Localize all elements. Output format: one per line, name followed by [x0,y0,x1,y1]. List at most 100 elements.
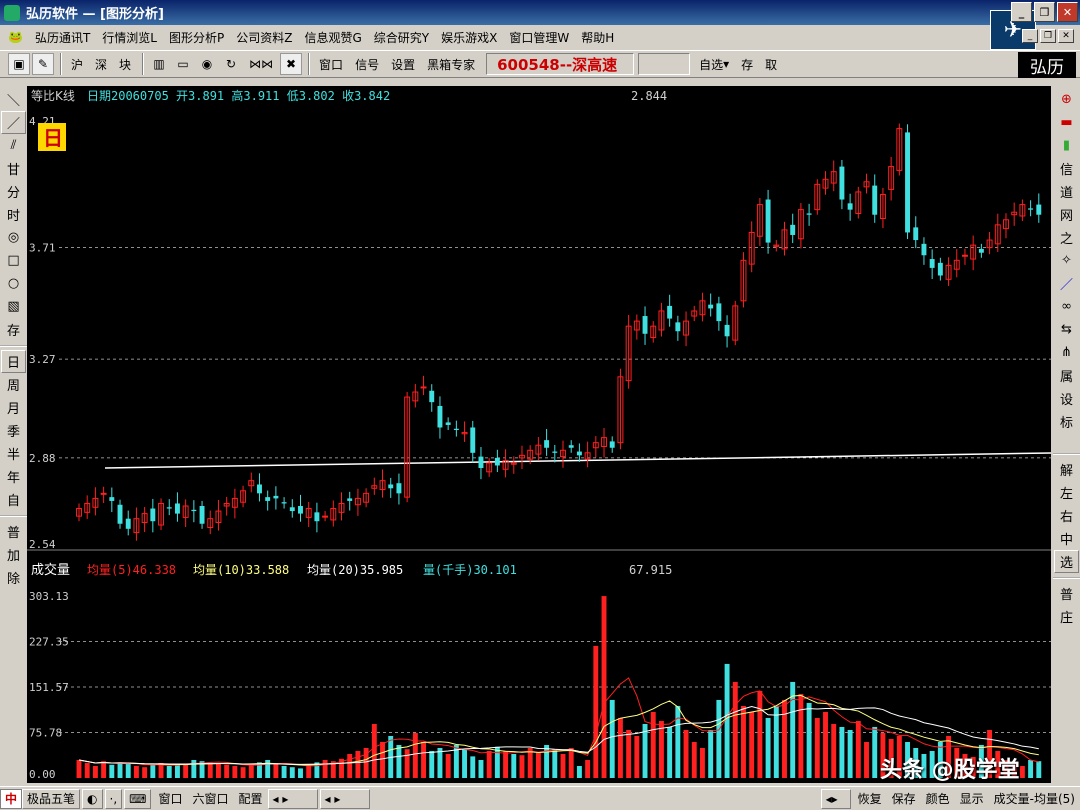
moon-icon[interactable]: ◐ [82,788,103,809]
scroll-arrows[interactable]: ◂ ▸ [267,788,318,809]
chart-area[interactable]: 4.21 3.71 3.27 2.88 2.54 303.13 227.35 151.57 7… [27,86,1051,783]
mdi-restore-button[interactable]: ❐ [1040,29,1056,43]
toolbar-button-settings[interactable]: 设置 [386,53,420,75]
status-window[interactable]: 窗口 [153,790,187,807]
minimize-button[interactable]: _ [1011,2,1032,22]
tree-icon[interactable]: ⋔ [1054,341,1079,364]
ime-icon[interactable]: 中 [0,788,22,809]
crosshair-icon[interactable]: ⊕ [1054,88,1079,111]
ime-name[interactable]: 极品五笔 [22,788,81,809]
fib-tool[interactable]: 分 [1,180,26,203]
parallel-line-icon[interactable]: ⫽ [1,134,26,157]
save-button[interactable]: 存 [736,53,758,75]
menu-item-0[interactable]: 弘历通讯T [29,29,96,46]
scroll-arrows-2[interactable]: ◂ ▸ [319,788,370,809]
refresh-icon[interactable]: ↻ [220,53,242,75]
close-button[interactable]: ✕ [1057,2,1078,22]
period-day[interactable]: 日 [1,350,26,373]
load-button[interactable]: 取 [760,53,782,75]
volume-bar [544,744,550,778]
period-quarter[interactable]: 季 [1,419,26,442]
menu-item-2[interactable]: 图形分析P [163,29,230,46]
volume-value: 量(千手)30.101 [423,563,517,577]
menu-item-6[interactable]: 娱乐游戏X [435,29,503,46]
menu-item-4[interactable]: 信息观赞G [298,29,367,46]
period-half[interactable]: 半 [1,442,26,465]
status-save[interactable]: 保存 [887,790,921,807]
right-tool-xin[interactable]: 信 [1054,157,1079,180]
right-tool-zuo[interactable]: 左 [1054,481,1079,504]
binoculars-icon[interactable]: ∞ [1054,295,1079,318]
eye-icon[interactable]: ◉ [196,53,218,75]
cycle-icon[interactable]: ◎ [1,226,26,249]
store-tool[interactable]: 存 [1,318,26,341]
status-six-window[interactable]: 六窗口 [187,790,233,807]
blank-field[interactable] [638,53,691,75]
right-tool-zhi[interactable]: 之 [1054,226,1079,249]
keyboard-icon[interactable]: ⌨ [124,788,152,809]
right-tool-pu[interactable]: 普 [1054,582,1079,605]
chart-icon[interactable]: ▣ [8,53,30,75]
toolbar-button-blackbox[interactable]: 黑箱专家 [422,53,480,75]
right-tool-xuan[interactable]: 选 [1054,550,1079,573]
right-tool-biao[interactable]: 标 [1054,410,1079,433]
mdi-minimize-button[interactable]: _ [1022,29,1038,43]
toolbar-button-signal[interactable]: 信号 [350,53,384,75]
rectangle-icon[interactable]: □ [1,249,26,272]
volume-bar [207,762,213,778]
folder-icon[interactable]: ▭ [172,53,194,75]
line-tool-icon[interactable]: ＼ [1,88,26,111]
status-color[interactable]: 颜色 [921,790,955,807]
right-tool-wang[interactable]: 网 [1054,203,1079,226]
right-tool-shu[interactable]: 属 [1054,364,1079,387]
edit-icon[interactable]: ✎ [32,53,54,75]
bar-chart-icon[interactable]: ▥ [148,53,170,75]
stock-chart[interactable]: 4.213.713.272.882.54 303.13227.35151.577… [27,86,1051,783]
right-tool-dao[interactable]: 道 [1054,180,1079,203]
mdi-close-button[interactable]: ✕ [1058,29,1074,43]
toolbar-button-sz[interactable]: 深 [90,53,112,75]
network-icon[interactable]: ⋈⋈ [244,53,278,75]
period-custom[interactable]: 自 [1,488,26,511]
image-icon[interactable]: ▧ [1,295,26,318]
time-tool[interactable]: 时 [1,203,26,226]
status-config[interactable]: 配置 [234,790,268,807]
adjust-remove[interactable]: 除 [1,566,26,589]
right-tool-you[interactable]: 右 [1054,504,1079,527]
right-tool-zhong[interactable]: 中 [1054,527,1079,550]
period-year[interactable]: 年 [1,465,26,488]
menu-item-1[interactable]: 行情浏览L [96,29,163,46]
status-restore[interactable]: 恢复 [853,790,887,807]
scroll-arrows-3[interactable]: ◂▸ [820,788,851,809]
toolbar-button-window[interactable]: 窗口 [314,53,348,75]
diagonal-line-icon[interactable]: ／ [1,111,26,134]
status-display[interactable]: 显示 [955,790,989,807]
menu-item-7[interactable]: 窗口管理W [503,29,575,46]
status-indicator[interactable]: 成交量-均量(5) [989,790,1080,807]
adjust-add[interactable]: 加 [1,543,26,566]
menu-app-icon[interactable]: 🐸 [2,30,29,44]
star-icon[interactable]: ✧ [1054,249,1079,272]
watchlist-dropdown[interactable]: 自选 ▾ [694,53,734,75]
right-tool-she[interactable]: 设 [1054,387,1079,410]
menu-item-5[interactable]: 综合研究Y [368,29,435,46]
menu-item-3[interactable]: 公司资料Z [230,29,298,46]
right-tool-jie[interactable]: 解 [1054,458,1079,481]
period-week[interactable]: 周 [1,373,26,396]
flag-icon[interactable]: ▬ [1054,111,1079,134]
toolbar-button-block[interactable]: 块 [114,53,136,75]
punct-icon[interactable]: ·, [104,788,123,809]
cross-icon[interactable]: ✖ [280,53,303,75]
gann-tool[interactable]: 甘 [1,157,26,180]
restore-button[interactable]: ❐ [1034,2,1055,22]
circle-icon[interactable]: ○ [1,272,26,295]
period-month[interactable]: 月 [1,396,26,419]
adjust-normal[interactable]: 普 [1,520,26,543]
pen-icon[interactable]: ／ [1054,272,1079,295]
menu-item-8[interactable]: 帮助H [575,29,620,46]
flag-tri-icon[interactable]: ▮ [1054,134,1079,157]
right-tool-zhuang[interactable]: 庄 [1054,605,1079,628]
stock-code-display[interactable]: 600548--深高速 [486,53,635,75]
toolbar-button-sh[interactable]: 沪 [66,53,88,75]
transfer-icon[interactable]: ⇆ [1054,318,1079,341]
